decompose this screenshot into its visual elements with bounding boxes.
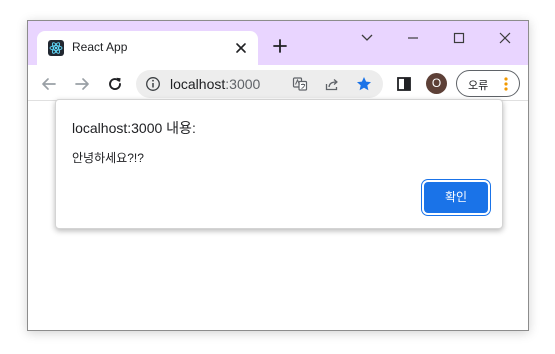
side-panel-icon[interactable] [395, 75, 413, 93]
dialog-title: localhost:3000 내용: [72, 120, 196, 136]
tab-title: React App [72, 40, 128, 54]
address-bar[interactable]: localhost:3000 [136, 70, 383, 98]
forward-icon[interactable] [73, 75, 91, 93]
url-port: :3000 [225, 76, 261, 92]
close-icon[interactable] [495, 29, 515, 47]
profile-avatar[interactable]: O [426, 73, 447, 94]
close-tab-icon[interactable] [233, 40, 249, 56]
maximize-icon[interactable] [449, 29, 469, 47]
alert-dialog: localhost:3000 내용: 안녕하세요?!? 확인 [55, 99, 503, 229]
minimize-icon[interactable] [403, 29, 423, 47]
error-button-label: 오류 [468, 80, 489, 92]
url-host: localhost [170, 76, 226, 92]
translate-icon[interactable] [292, 76, 308, 92]
error-button[interactable]: 오류 [456, 70, 520, 97]
address-url[interactable]: localhost:3000 [170, 76, 260, 92]
bookmark-star-icon[interactable] [356, 76, 372, 92]
dialog-message: 안녕하세요?!? [72, 151, 144, 165]
title-bar: React App [28, 21, 528, 65]
browser-toolbar: localhost:3000 O 오류 [28, 65, 528, 101]
back-icon[interactable] [40, 75, 58, 93]
site-info-icon[interactable] [145, 76, 161, 92]
share-icon[interactable] [324, 76, 340, 92]
ok-button[interactable]: 확인 [424, 182, 488, 213]
browser-window: React App localhost:3000 O 오류 localhost:… [27, 20, 529, 331]
more-options-icon[interactable] [503, 76, 509, 92]
reload-icon[interactable] [106, 75, 124, 93]
new-tab-icon[interactable] [272, 38, 288, 54]
chevron-down-icon[interactable] [357, 29, 377, 47]
tab-react-app[interactable]: React App [37, 31, 258, 65]
react-logo-icon [48, 40, 64, 56]
